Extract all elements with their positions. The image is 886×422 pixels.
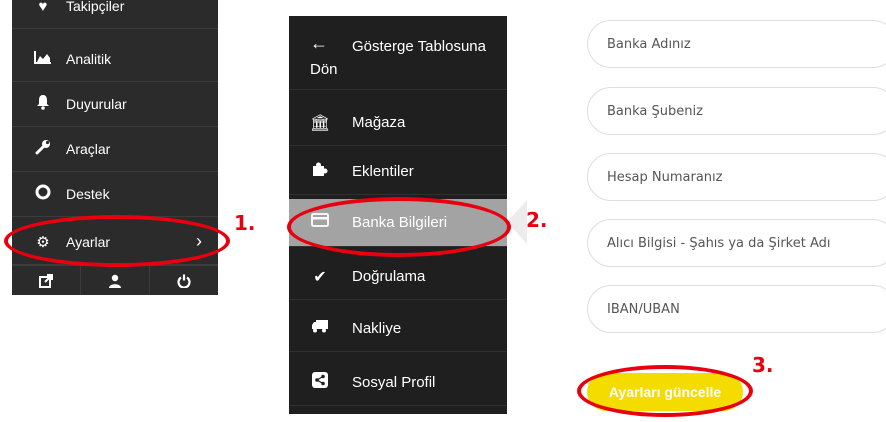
- sidebar-item-announcements[interactable]: Duyurular: [12, 82, 218, 127]
- annotation-step-1: 1.: [234, 211, 256, 235]
- settings-item-store[interactable]: 🏛 Mağaza: [289, 100, 507, 146]
- settings-item-label: Nakliye: [352, 320, 402, 337]
- sidebar-item-label: Araçlar: [66, 141, 111, 157]
- recipient-name-placeholder: Alıcı Bilgisi - Şahıs ya da Şirket Adı: [607, 235, 831, 251]
- user-icon[interactable]: [81, 266, 150, 295]
- puzzle-icon: [310, 161, 330, 182]
- settings-item-shipping[interactable]: Nakliye: [289, 306, 507, 352]
- external-link-icon[interactable]: [12, 266, 81, 295]
- bank-name-field[interactable]: Banka Adınız: [587, 20, 886, 68]
- bank-name-placeholder: Banka Adınız: [607, 36, 691, 52]
- check-icon: ✔: [313, 268, 327, 286]
- sidebar-item-label: Takipçiler: [66, 0, 125, 14]
- sidebar-footer: [12, 265, 218, 295]
- truck-icon: [310, 319, 330, 338]
- settings-item-label: Mağaza: [352, 114, 406, 131]
- annotation-ring-settings: [4, 215, 230, 267]
- annotation-step-2: 2.: [526, 208, 548, 232]
- sidebar-item-label: Analitik: [66, 51, 112, 67]
- area-chart-icon: [32, 50, 54, 68]
- bank-icon: 🏛: [310, 114, 331, 132]
- recipient-name-field[interactable]: Alıcı Bilgisi - Şahıs ya da Şirket Adı: [587, 219, 886, 267]
- power-icon[interactable]: [150, 266, 218, 295]
- settings-item-verification[interactable]: ✔ Doğrulama: [289, 254, 507, 300]
- annotation-step-3: 3.: [752, 353, 774, 377]
- sidebar-item-analytics[interactable]: Analitik: [12, 37, 218, 82]
- share-icon: [310, 372, 330, 393]
- iban-placeholder: IBAN/UBAN: [607, 301, 680, 317]
- bell-icon: [32, 94, 54, 114]
- active-item-pointer: [507, 200, 527, 244]
- settings-item-label: Doğrulama: [352, 268, 426, 285]
- sidebar-item-tools[interactable]: Araçlar: [12, 127, 218, 172]
- settings-item-extensions[interactable]: Eklentiler: [289, 149, 507, 195]
- lifebuoy-icon: [32, 184, 54, 204]
- settings-item-label: Sosyal Profil: [352, 374, 436, 391]
- annotation-ring-bank-info: [287, 197, 511, 257]
- settings-item-label: Eklentiler: [352, 163, 414, 180]
- annotation-ring-update-button: [577, 365, 753, 417]
- sidebar-item-label: Destek: [66, 186, 110, 202]
- settings-item-social-profile[interactable]: Sosyal Profil: [289, 360, 507, 406]
- sidebar-item-label: Duyurular: [66, 96, 127, 112]
- account-number-field[interactable]: Hesap Numaranız: [587, 153, 886, 201]
- account-number-placeholder: Hesap Numaranız: [607, 169, 723, 185]
- sidebar-item-followers[interactable]: ♥ Takipçiler: [12, 0, 218, 29]
- iban-field[interactable]: IBAN/UBAN: [587, 285, 886, 333]
- back-to-dashboard-link[interactable]: ← Gösterge Tablosuna Dön: [289, 16, 507, 90]
- sidebar-item-support[interactable]: Destek: [12, 172, 218, 217]
- bank-branch-field[interactable]: Banka Şubeniz: [587, 87, 886, 135]
- back-to-dashboard-label: Gösterge Tablosuna Dön: [310, 38, 486, 78]
- bank-branch-placeholder: Banka Şubeniz: [607, 103, 703, 119]
- heart-icon: ♥: [38, 0, 48, 15]
- wrench-icon: [32, 139, 54, 159]
